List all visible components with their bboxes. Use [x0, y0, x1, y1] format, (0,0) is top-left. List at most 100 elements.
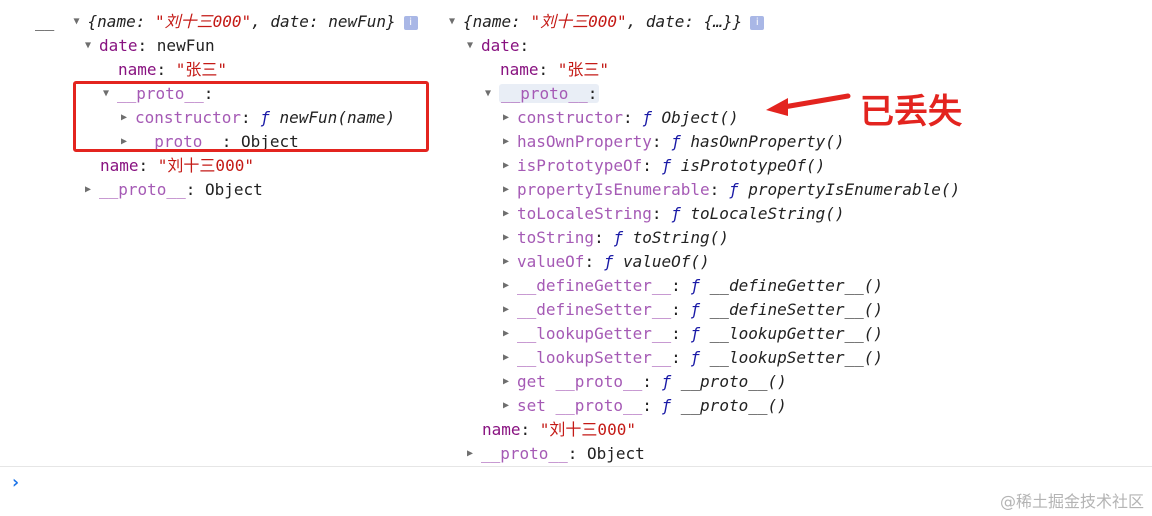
right-inner-name-value: "张三" [557, 60, 610, 79]
collapse-triangle-icon[interactable]: ▶ [503, 154, 517, 178]
method-value: Object() [661, 108, 739, 127]
collapse-triangle-icon[interactable]: ▶ [503, 106, 517, 130]
method-value: __defineGetter__() [709, 276, 884, 295]
right-inner-name-key: name [500, 60, 539, 79]
method-key: __defineSetter__ [517, 300, 672, 319]
left-summary-date-key: date [270, 12, 309, 31]
arrow-icon [766, 93, 851, 116]
right-summary-name-key: name [472, 12, 512, 31]
right-proto-key: __proto__ [501, 84, 588, 103]
left-summary-open: { [87, 12, 98, 31]
method-row[interactable]: ▶ __lookupGetter__: ƒ __lookupGetter__() [503, 322, 883, 346]
left-summary-date-value: newFun [328, 12, 386, 31]
method-key: valueOf [517, 252, 585, 271]
method-row[interactable]: ▶ get __proto__: ƒ __proto__() [503, 370, 787, 394]
method-row[interactable]: ▶ toString: ƒ toString() [503, 226, 729, 250]
function-f-icon: ƒ [690, 348, 701, 367]
right-date-row[interactable]: ▼ date: [467, 34, 529, 58]
method-row[interactable]: ▶ __lookupSetter__: ƒ __lookupSetter__() [503, 346, 883, 370]
method-value: __defineSetter__() [709, 300, 884, 319]
method-row[interactable]: ▶ isPrototypeOf: ƒ isPrototypeOf() [503, 154, 825, 178]
left-outer-proto-row[interactable]: ▶ __proto__: Object [85, 178, 263, 202]
collapse-triangle-icon[interactable]: ▶ [503, 298, 517, 322]
collapse-triangle-icon[interactable]: ▶ [85, 178, 99, 202]
method-key: __defineGetter__ [517, 276, 672, 295]
highlight-box [73, 81, 429, 152]
function-f-icon: ƒ [613, 228, 623, 247]
left-outer-name-value: "刘十三000" [157, 156, 254, 175]
method-key: toString [517, 228, 595, 247]
right-outer-name-value: "刘十三000" [539, 420, 636, 439]
watermark: @稀土掘金技术社区 [999, 492, 1144, 511]
function-f-icon: ƒ [671, 132, 681, 151]
info-icon[interactable]: i [750, 15, 765, 30]
collapse-triangle-icon[interactable]: ▶ [503, 274, 517, 298]
method-row[interactable]: ▶ set __proto__: ƒ __proto__() [503, 394, 787, 418]
function-f-icon: ƒ [661, 372, 672, 391]
left-inner-name-value: "张三" [175, 60, 228, 79]
method-row[interactable]: ▶ __defineSetter__: ƒ __defineSetter__() [503, 298, 883, 322]
left-summary-name-value: "刘十三000" [154, 12, 252, 31]
collapse-triangle-icon[interactable]: ▶ [503, 202, 517, 226]
method-key: set __proto__ [517, 396, 643, 415]
expand-triangle-icon[interactable]: ▼ [467, 34, 481, 58]
collapse-triangle-icon[interactable]: ▶ [503, 322, 517, 346]
right-outer-proto-key: __proto__ [481, 444, 568, 463]
right-summary-open: { [463, 12, 473, 31]
left-object-summary[interactable]: __ ▼ {name: "刘十三000", date: newFun} i [35, 10, 418, 34]
method-key: isPrototypeOf [517, 156, 643, 175]
left-outer-proto-key: __proto__ [99, 180, 186, 199]
right-object-summary[interactable]: ▼ {name: "刘十三000", date: {…}} i [449, 10, 765, 34]
method-row[interactable]: ▶ valueOf: ƒ valueOf() [503, 250, 710, 274]
method-value: isPrototypeOf() [680, 156, 826, 175]
right-outer-name-row: name: "刘十三000" [482, 420, 636, 439]
method-value: __lookupSetter__() [709, 348, 884, 367]
left-date-key: date [99, 36, 138, 55]
expand-triangle-icon[interactable]: ▼ [74, 10, 88, 34]
annotation-lost-label: 已丢失 [860, 92, 962, 132]
right-outer-proto-value: Object [586, 444, 645, 463]
right-outer-name-key: name [482, 420, 521, 439]
info-icon[interactable]: i [403, 15, 418, 30]
method-key: constructor [517, 108, 623, 127]
left-summary-close: } [386, 12, 396, 31]
expand-triangle-icon[interactable]: ▼ [85, 34, 99, 58]
method-key: hasOwnProperty [517, 132, 652, 151]
right-outer-proto-row[interactable]: ▶ __proto__: Object [467, 442, 645, 466]
method-row[interactable]: ▶ hasOwnProperty: ƒ hasOwnProperty() [503, 130, 845, 154]
collapse-triangle-icon[interactable]: ▶ [503, 370, 517, 394]
method-key: __lookupGetter__ [517, 324, 672, 343]
function-f-icon: ƒ [671, 204, 681, 223]
method-key: __lookupSetter__ [517, 348, 672, 367]
console-prompt-icon[interactable]: › [10, 472, 21, 493]
method-value: toString() [632, 228, 729, 247]
left-date-row[interactable]: ▼ date: newFun [85, 34, 215, 58]
collapse-triangle-icon[interactable]: ▶ [503, 250, 517, 274]
method-row[interactable]: ▶ constructor: ƒ Object() [503, 106, 739, 130]
collapse-triangle-icon[interactable]: ▶ [503, 130, 517, 154]
method-row[interactable]: ▶ propertyIsEnumerable: ƒ propertyIsEnume… [503, 178, 960, 202]
method-key: propertyIsEnumerable [517, 180, 710, 199]
right-proto-row[interactable]: ▼ __proto__: [485, 82, 600, 106]
left-date-value: newFun [156, 36, 215, 55]
collapse-triangle-icon[interactable]: ▶ [503, 394, 517, 418]
expand-triangle-icon[interactable]: ▼ [449, 10, 463, 34]
method-key: toLocaleString [517, 204, 652, 223]
method-value: __proto__() [680, 396, 787, 415]
function-f-icon: ƒ [603, 252, 614, 271]
method-value: __lookupGetter__() [709, 324, 884, 343]
collapse-triangle-icon[interactable]: ▶ [467, 442, 481, 466]
function-f-icon: ƒ [728, 180, 739, 199]
collapse-triangle-icon[interactable]: ▶ [503, 178, 517, 202]
function-f-icon: ƒ [661, 156, 672, 175]
left-inner-name-key: name [118, 60, 157, 79]
left-outer-name-row: name: "刘十三000" [100, 156, 254, 175]
left-outer-name-key: name [100, 156, 139, 175]
method-row[interactable]: ▶ __defineGetter__: ƒ __defineGetter__() [503, 274, 883, 298]
expand-triangle-icon[interactable]: ▼ [485, 82, 499, 106]
collapse-triangle-icon[interactable]: ▶ [503, 346, 517, 370]
method-row[interactable]: ▶ toLocaleString: ƒ toLocaleString() [503, 202, 845, 226]
collapse-triangle-icon[interactable]: ▶ [503, 226, 517, 250]
function-f-icon: ƒ [642, 108, 652, 127]
right-summary-name-value: "刘十三000" [530, 12, 627, 31]
